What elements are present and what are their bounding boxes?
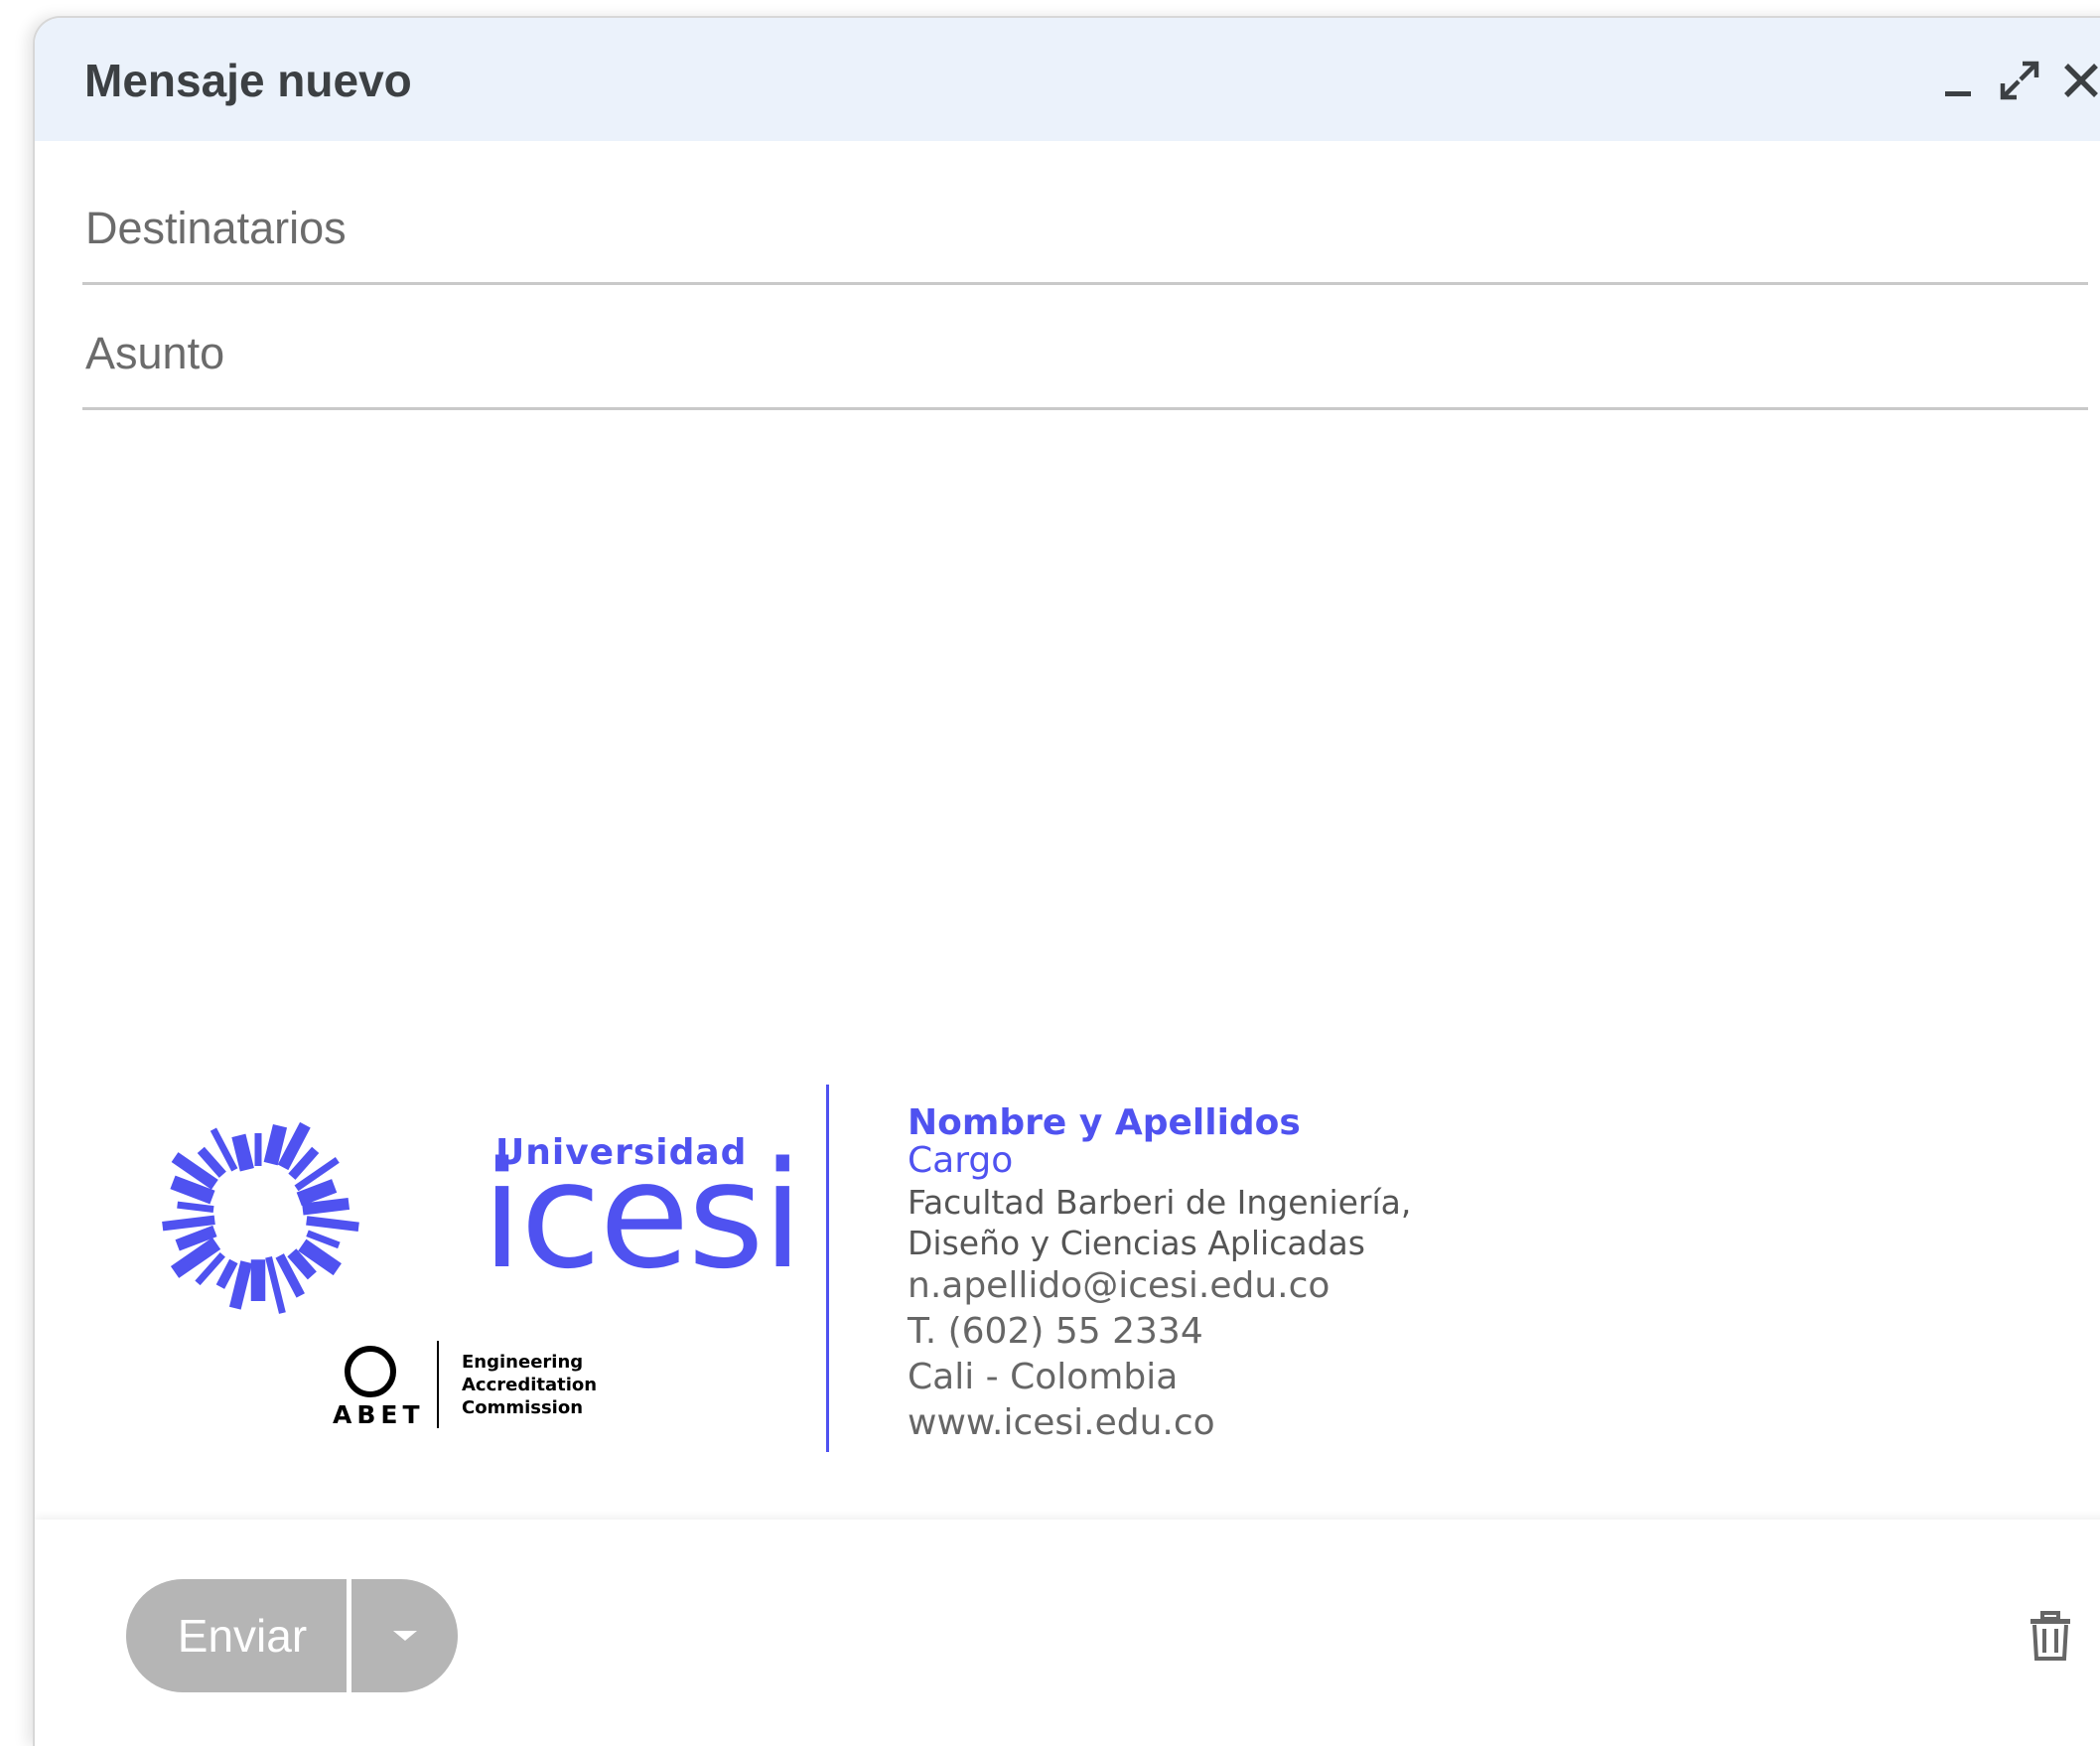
sunburst-ray [231,1133,254,1172]
message-body[interactable] [82,410,2088,1026]
send-options-button[interactable] [351,1579,458,1692]
sunburst-ray [177,1201,214,1214]
abet-commission-text: Engineering Accreditation Commission [462,1351,597,1419]
abet-label: ABET [333,1400,425,1429]
signature-email: n.apellido@icesi.edu.co [908,1265,1330,1306]
sunburst-ray [215,1258,238,1289]
signature-divider [826,1085,829,1452]
compose-title: Mensaje nuevo [84,55,412,106]
sunburst-ray [302,1197,350,1216]
abet-divider [437,1341,439,1428]
abet-line: Accreditation [462,1375,598,1395]
sunburst-ray [228,1260,253,1310]
signature-role: Cargo [908,1140,1014,1181]
signature-name: Nombre y Apellidos [908,1102,1301,1143]
signature-details: Nombre y Apellidos Cargo Facultad Barber… [908,1104,1411,1446]
expand-icon[interactable] [1995,56,2044,105]
sunburst-ray [306,1216,359,1233]
subject-placeholder: Asunto [85,328,225,378]
sunburst-ray [296,1179,338,1207]
recipients-placeholder: Destinatarios [85,203,347,253]
icesi-sun-logo [144,1100,372,1334]
signature-city: Cali - Colombia [908,1357,1179,1397]
compose-header: Mensaje nuevo [35,18,2100,141]
compose-footer: Enviar [35,1520,2100,1746]
signature-phone: T. (602) 55 2334 [908,1311,1203,1352]
send-button[interactable]: Enviar [126,1579,347,1692]
close-icon[interactable] [2056,56,2100,105]
recipients-field[interactable]: Destinatarios [82,161,2088,285]
email-signature: Universidad icesi ABET Engineering Accre… [144,1081,1534,1468]
abet-line: Commission [462,1397,584,1418]
send-button-group: Enviar [126,1579,458,1692]
signature-website: www.icesi.edu.co [908,1402,1215,1443]
sunburst-ray [162,1215,215,1232]
signature-faculty-1: Facultad Barberi de Ingeniería, [908,1183,1412,1222]
signature-faculty-2: Diseño y Ciencias Aplicadas [908,1224,1365,1262]
logo-icesi-wordmark: icesi [482,1130,803,1301]
subject-field[interactable]: Asunto [82,286,2088,410]
compose-window: Mensaje nuevo Destinatarios Asunto Unive… [33,16,2100,1746]
abet-ring-icon [345,1346,396,1397]
sunburst-ray [263,1123,288,1166]
abet-line: Engineering [462,1352,584,1373]
caret-down-icon [392,1631,417,1641]
minimize-icon[interactable] [1933,56,1983,105]
trash-icon[interactable] [2029,1611,2072,1668]
